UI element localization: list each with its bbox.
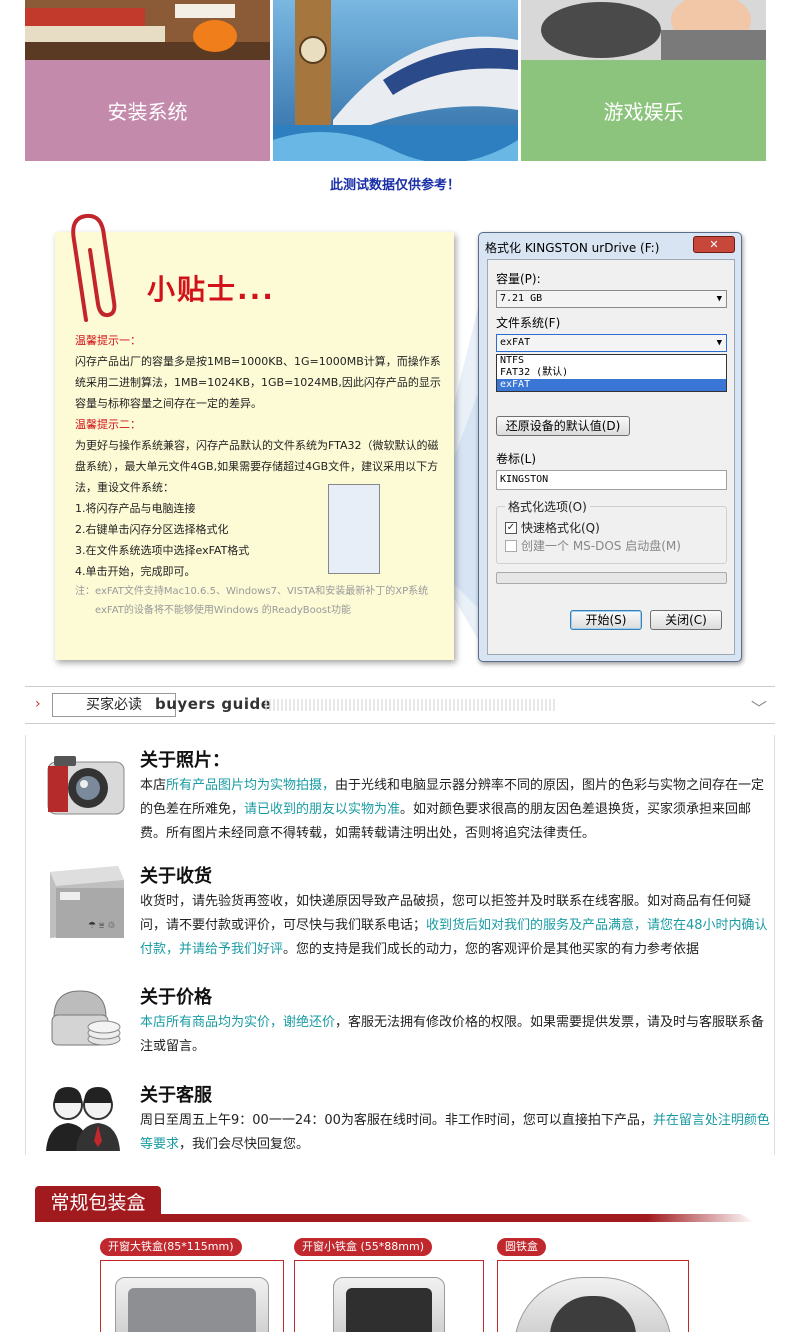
package-tag-small-tin: 开窗小铁盒 (55*88mm) (294, 1238, 433, 1256)
package-tag-round-tin: 圆铁盒 (497, 1238, 546, 1256)
section-title: 关于照片： (140, 750, 230, 771)
section-title: 关于价格 (140, 987, 212, 1008)
body-highlight: 本店所有商品均为实价，谢绝还价 (140, 1015, 336, 1030)
fs-dropdown-list: NTFS FAT32 (默认) exFAT (496, 354, 727, 392)
guide-section-price: 关于价格 本店所有商品均为实价，谢绝还价，客服无法拥有修改价格的权限。如果需要提… (40, 983, 775, 1063)
tip1-heading: 温馨提示一： (75, 334, 141, 347)
format-options-label: 格式化选项(O) (505, 498, 590, 515)
dialog-body: 容量(P): 7.21 GB ▼ 文件系统(F) exFAT ▼ NTFS FA… (487, 259, 735, 655)
guide-section-receiving: ☂ ⩸ ♲ 关于收货 收货时，请先验货再签收，如快递原因导致产品破损，您可以拒签… (40, 862, 775, 972)
tip2-heading: 温馨提示二： (75, 418, 141, 431)
volume-input[interactable]: KINGSTON (496, 470, 727, 490)
fs-option-ntfs[interactable]: NTFS (497, 355, 726, 367)
coin-purse-icon (51, 990, 121, 1046)
camera-icon (47, 756, 125, 815)
tips-note-2: exFAT的设备将不能够使用Windows 的ReadyBoost功能 (95, 605, 351, 616)
buyers-guide-en: buyers guide (155, 695, 272, 713)
round-tin-image (514, 1277, 672, 1332)
guide-left-rule (25, 735, 26, 1155)
body-text: 周日至周五上午9：00一一24：00为客服在线时间。非工作时间，您可以直接拍下产… (140, 1113, 653, 1128)
tips-title: 小贴士... (147, 273, 275, 306)
section-body: 收货时，请先验货再签收，如快递原因导致产品破损，您可以拒签并及时联系在线客服。如… (140, 890, 772, 962)
dialog-title: 格式化 KINGSTON urDrive (F:) (485, 241, 660, 255)
section-title: 关于客服 (140, 1085, 212, 1106)
fs-option-fat32[interactable]: FAT32 (默认) (497, 367, 726, 379)
package-box-icon: ☂ ⩸ ♲ (50, 866, 124, 938)
close-icon[interactable]: ✕ (693, 236, 735, 253)
package-tag-large-tin: 开窗大铁盒(85*115mm) (100, 1238, 242, 1256)
fs-option-exfat[interactable]: exFAT (497, 379, 726, 391)
capacity-label: 容量(P): (496, 272, 541, 286)
packaging-divider (35, 1214, 755, 1222)
section-body: 本店所有商品均为实价，谢绝还价，客服无法拥有修改价格的权限。如果需要提供发票，请… (140, 1011, 772, 1059)
desk-photo (25, 0, 270, 60)
step-item: 3.在文件系统选项中选择exFAT格式 (75, 544, 250, 557)
tile-install-system[interactable]: 安装系统 (25, 0, 270, 161)
gaming-photo (521, 0, 766, 60)
fs-label: 文件系统(F) (496, 316, 561, 330)
tile-caption: 安装系统 (25, 60, 270, 161)
tip2-text: 为更好与操作系统兼容，闪存产品默认的文件系统为FTA32（微软默认的磁盘系统），… (75, 439, 439, 494)
tile-gaming[interactable]: 游戏娱乐 (521, 0, 766, 161)
section-body: 本店所有产品图片均为实物拍摄，由于光线和电脑显示器分辨率不同的原因，图片的色彩与… (140, 774, 772, 846)
format-dialog: 格式化 KINGSTON urDrive (F:) ✕ 容量(P): 7.21 … (478, 232, 742, 662)
checkbox-checked-icon[interactable]: ✓ (505, 521, 517, 534)
start-button[interactable]: 开始(S) (570, 610, 642, 630)
restore-defaults-button[interactable]: 还原设备的默认值(D) (496, 416, 630, 436)
chevron-down-icon[interactable]: ﹀ (751, 695, 767, 719)
close-button[interactable]: 关闭(C) (650, 610, 722, 630)
body-highlight: 所有产品图片均为实物拍摄， (166, 778, 336, 793)
section-body: 周日至周五上午9：00一一24：00为客服在线时间。非工作时间，您可以直接拍下产… (140, 1109, 772, 1157)
tin-box-image (115, 1277, 269, 1332)
tile-travel[interactable] (273, 0, 518, 161)
package-small-tin[interactable] (294, 1260, 484, 1332)
package-large-tin[interactable] (100, 1260, 284, 1332)
body-text: ，我们会尽快回复您。 (179, 1137, 310, 1152)
travel-photo (273, 0, 518, 161)
tile-caption: 游戏娱乐 (521, 60, 766, 161)
body-text: 。您的支持是我们成长的动力，您的客观评价是其他买家的有力参考依据 (283, 942, 700, 957)
mini-dialog-screenshot (328, 484, 380, 574)
paperclip-icon (71, 213, 117, 322)
msdos-label: 创建一个 MS-DOS 启动盘(M) (521, 539, 681, 553)
format-options-group: 格式化选项(O) ✓ 快速格式化(Q) 创建一个 MS-DOS 启动盘(M) (496, 498, 727, 564)
capacity-select[interactable]: 7.21 GB ▼ (496, 290, 727, 308)
chevron-down-icon: ▼ (716, 294, 722, 304)
guide-section-photos: 关于照片： 本店所有产品图片均为实物拍摄，由于光线和电脑显示器分辨率不同的原因，… (40, 746, 775, 846)
section-title: 关于收货 (140, 866, 212, 887)
package-round-tin[interactable] (497, 1260, 689, 1332)
volume-label: 卷标(L) (496, 452, 537, 466)
decorative-text-pattern (265, 699, 555, 711)
tip1-text: 闪存产品出厂的容量多是按1MB=1000KB、1G=1000MB计算，而操作系统… (75, 355, 441, 410)
body-highlight: 请已收到的朋友以实物为准 (244, 802, 401, 817)
quick-format-label: 快速格式化(Q) (521, 521, 600, 535)
chevron-right-icon: › (35, 696, 41, 712)
buyers-guide-bar: › 买家必读 buyers guide ﹀ (25, 686, 775, 724)
quick-format-row[interactable]: ✓ 快速格式化(Q) (505, 519, 600, 536)
test-data-notice: 此测试数据仅供参考！ (329, 178, 460, 193)
guide-section-service: 关于客服 周日至周五上午9：00一一24：00为客服在线时间。非工作时间，您可以… (40, 1081, 775, 1161)
chevron-down-icon: ▼ (716, 338, 722, 348)
body-text: 本店 (140, 778, 167, 793)
msdos-row: 创建一个 MS-DOS 启动盘(M) (505, 537, 681, 554)
step-item: 2.右键单击闪存分区选择格式化 (75, 523, 229, 536)
customer-service-icon (46, 1087, 120, 1151)
format-progress-bar (496, 572, 727, 584)
step-item: 1.将闪存产品与电脑连接 (75, 502, 196, 515)
svg-text:☂ ⩸ ♲: ☂ ⩸ ♲ (88, 921, 115, 931)
banner-tiles: 安装系统 游戏娱乐 (25, 0, 766, 161)
fs-select[interactable]: exFAT ▼ (496, 334, 727, 352)
tin-box-image (333, 1277, 445, 1332)
tips-note-1: 注：exFAT文件支持Mac10.6.5、Windows7、VISTA和安装最新… (75, 586, 429, 597)
fs-value: exFAT (500, 337, 531, 348)
capacity-value: 7.21 GB (500, 293, 543, 304)
product-detail-page: 安装系统 游戏娱乐 此测试数据仅供参考！ 小贴士... 温馨提示一： 闪存产品出… (0, 0, 790, 1332)
step-item: 4.单击开始，完成即可。 (75, 565, 196, 578)
checkbox-icon (505, 539, 517, 552)
tips-body: 温馨提示一： 闪存产品出厂的容量多是按1MB=1000KB、1G=1000MB计… (75, 330, 445, 620)
